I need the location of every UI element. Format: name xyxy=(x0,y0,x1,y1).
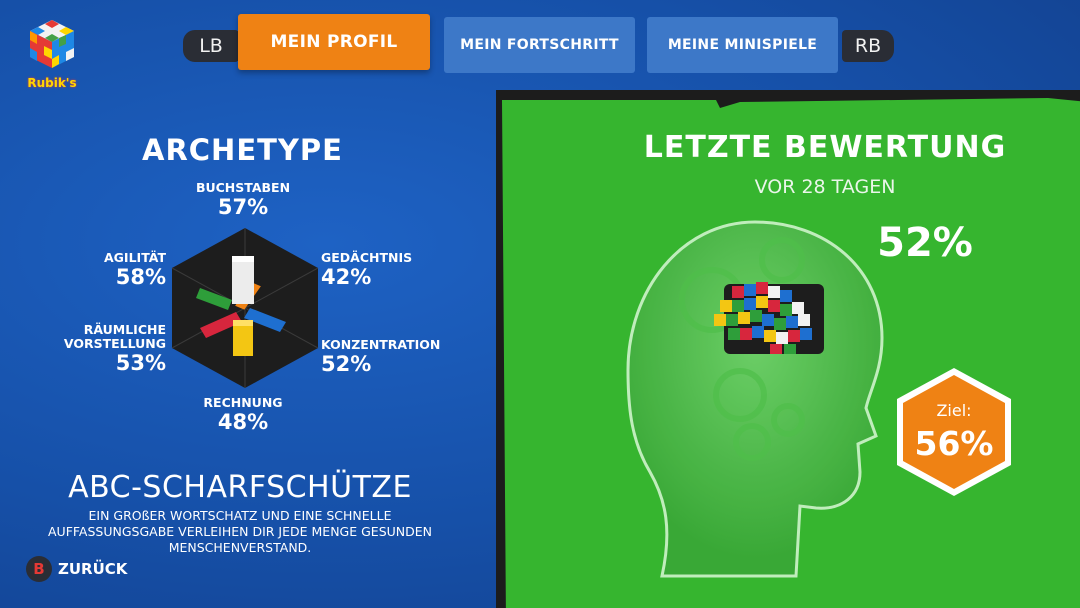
stat-value: 58% xyxy=(115,265,166,289)
stat-rechnung: RECHNUNG 48% xyxy=(163,395,323,435)
goal-label: Ziel: xyxy=(936,401,972,420)
stat-label: RECHNUNG xyxy=(203,395,283,410)
lb-bumper-hint[interactable]: LB xyxy=(183,30,239,62)
back-label: ZURÜCK xyxy=(58,560,128,578)
head-brain-illustration xyxy=(626,220,884,578)
tab-mein-fortschritt[interactable]: MEIN FORTSCHRITT xyxy=(444,17,635,73)
tab-mein-profil[interactable]: MEIN PROFIL xyxy=(238,14,430,70)
stat-raeumliche-vorstellung: RÄUMLICHE VORSTELLUNG 53% xyxy=(44,322,166,376)
stat-konzentration: KONZENTRATION 52% xyxy=(321,337,461,377)
back-button[interactable]: B ZURÜCK xyxy=(26,556,127,582)
stat-label: BUCHSTABEN xyxy=(195,180,291,195)
stat-value: 52% xyxy=(321,352,372,376)
stat-value: 53% xyxy=(115,351,166,375)
stat-label: GEDÄCHTNIS xyxy=(321,250,413,265)
stat-value: 48% xyxy=(217,410,269,434)
goal-value: 56% xyxy=(914,424,994,463)
archetype-description: EIN GROßER WORTSCHATZ UND EINE SCHNELLE … xyxy=(48,508,432,555)
b-button-icon: B xyxy=(26,556,52,582)
archetype-hexagon-graphic xyxy=(171,228,319,388)
archetype-name: ABC-SCHARFSCHÜTZE xyxy=(68,470,412,505)
stat-label: RÄUMLICHE VORSTELLUNG xyxy=(63,322,166,351)
stat-gedaechtnis: GEDÄCHTNIS 42% xyxy=(321,250,461,290)
stat-label: AGILITÄT xyxy=(104,250,166,265)
stat-agilitaet: AGILITÄT 58% xyxy=(44,250,166,290)
stat-value: 42% xyxy=(321,265,372,289)
logo-wordmark: Rubik's xyxy=(27,76,77,90)
stat-label: KONZENTRATION xyxy=(321,337,441,352)
archetype-title: ARCHETYPE xyxy=(142,133,343,167)
assessment-title: LETZTE BEWERTUNG xyxy=(643,130,1007,165)
tab-meine-minispiele[interactable]: MEINE MINISPIELE xyxy=(647,17,838,73)
assessment-date: VOR 28 TAGEN xyxy=(754,176,896,198)
stat-value: 57% xyxy=(217,195,269,219)
brain-cube-cluster xyxy=(714,282,824,354)
stat-buchstaben: BUCHSTABEN 57% xyxy=(163,180,323,220)
rubiks-logo: Rubik's xyxy=(22,18,82,98)
rb-bumper-hint[interactable]: RB xyxy=(842,30,894,62)
